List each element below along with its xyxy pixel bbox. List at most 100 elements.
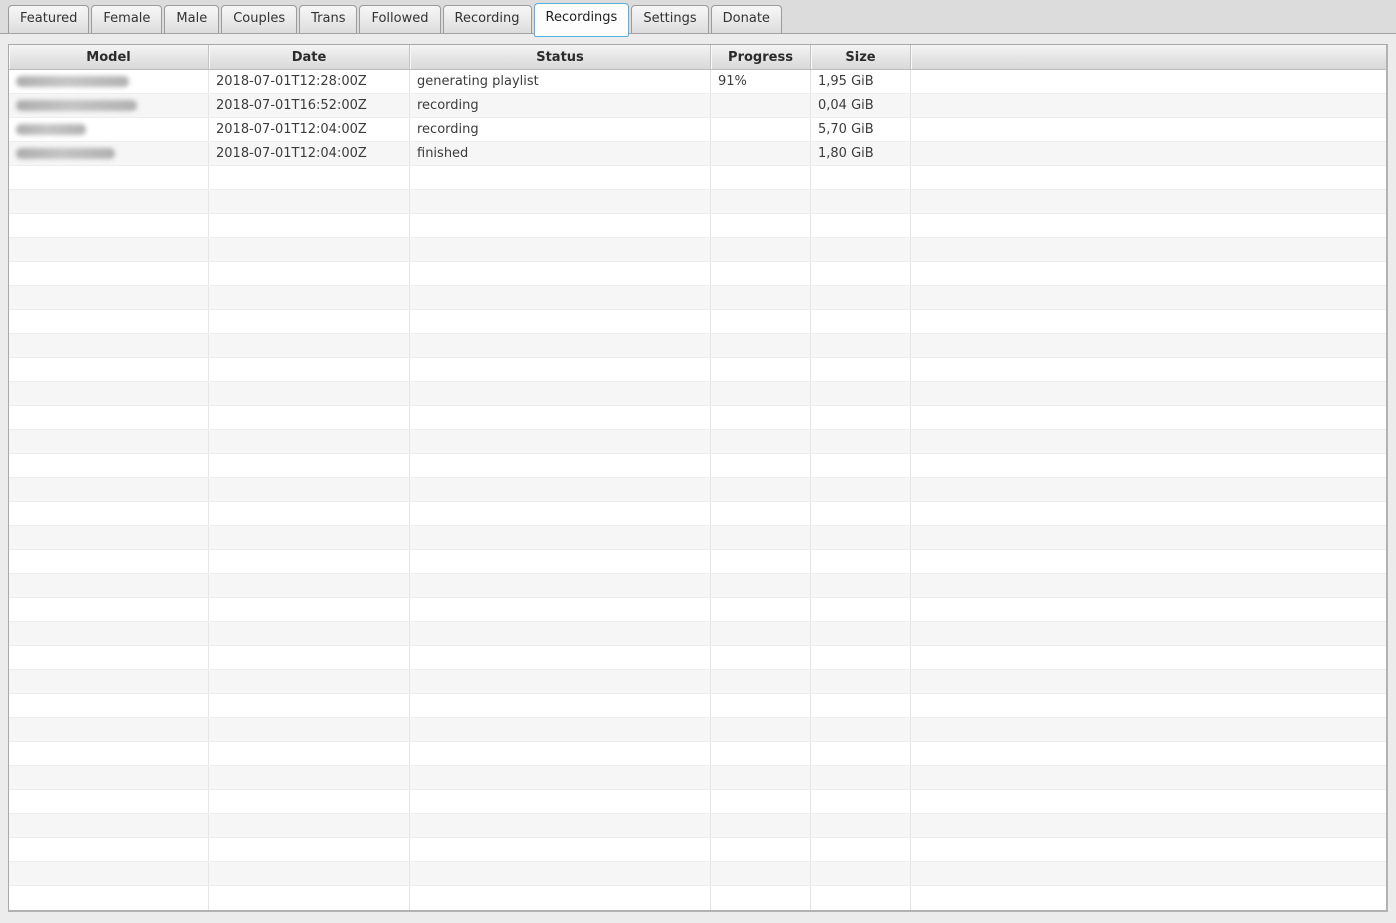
empty-row <box>9 862 1386 886</box>
redacted-model-name <box>16 148 115 159</box>
empty-cell <box>410 886 711 910</box>
tab-female[interactable]: Female <box>91 5 163 33</box>
status-cell: generating playlist <box>410 70 711 93</box>
empty-cell <box>9 718 209 741</box>
recording-row[interactable]: 2018-07-01T12:04:00Z finished 1,80 GiB <box>9 142 1386 166</box>
empty-row <box>9 670 1386 694</box>
empty-cell <box>911 598 1386 621</box>
empty-cell <box>410 430 711 453</box>
column-header-size[interactable]: Size <box>811 45 911 69</box>
empty-cell <box>711 550 811 573</box>
empty-row <box>9 382 1386 406</box>
empty-row <box>9 166 1386 190</box>
empty-cell <box>9 406 209 429</box>
filler-cell <box>911 118 1386 141</box>
empty-cell <box>811 766 911 789</box>
column-header-filler <box>911 45 1386 69</box>
empty-cell <box>711 358 811 381</box>
empty-cell <box>911 622 1386 645</box>
empty-cell <box>811 190 911 213</box>
empty-cell <box>209 166 410 189</box>
empty-cell <box>711 190 811 213</box>
empty-cell <box>811 214 911 237</box>
empty-row <box>9 598 1386 622</box>
empty-cell <box>711 574 811 597</box>
empty-cell <box>209 694 410 717</box>
empty-cell <box>811 550 911 573</box>
recording-row[interactable]: 2018-07-01T16:52:00Z recording 0,04 GiB <box>9 94 1386 118</box>
empty-cell <box>410 502 711 525</box>
empty-row <box>9 622 1386 646</box>
empty-cell <box>410 766 711 789</box>
empty-cell <box>911 886 1386 910</box>
empty-cell <box>811 502 911 525</box>
column-header-model[interactable]: Model <box>9 45 209 69</box>
empty-cell <box>711 286 811 309</box>
column-header-date[interactable]: Date <box>209 45 410 69</box>
empty-cell <box>9 622 209 645</box>
empty-cell <box>209 526 410 549</box>
empty-cell <box>9 742 209 765</box>
tab-recordings[interactable]: Recordings <box>533 3 630 37</box>
tab-couples[interactable]: Couples <box>221 5 298 33</box>
empty-cell <box>811 694 911 717</box>
empty-cell <box>811 262 911 285</box>
empty-cell <box>209 550 410 573</box>
empty-cell <box>410 406 711 429</box>
empty-cell <box>911 814 1386 837</box>
tab-trans[interactable]: Trans <box>299 5 358 33</box>
empty-row <box>9 406 1386 430</box>
empty-cell <box>711 670 811 693</box>
empty-cell <box>209 790 410 813</box>
empty-cell <box>711 526 811 549</box>
empty-cell <box>811 334 911 357</box>
empty-cell <box>9 646 209 669</box>
empty-cell <box>911 574 1386 597</box>
empty-row <box>9 310 1386 334</box>
empty-cell <box>410 718 711 741</box>
empty-cell <box>410 838 711 861</box>
progress-cell <box>711 94 811 117</box>
empty-cell <box>9 598 209 621</box>
empty-cell <box>711 862 811 885</box>
empty-cell <box>9 478 209 501</box>
redacted-model-name <box>16 100 137 111</box>
status-cell: finished <box>410 142 711 165</box>
empty-cell <box>9 382 209 405</box>
empty-cell <box>9 550 209 573</box>
column-header-status[interactable]: Status <box>410 45 711 69</box>
empty-row <box>9 838 1386 862</box>
empty-cell <box>209 334 410 357</box>
empty-cell <box>711 382 811 405</box>
recording-row[interactable]: 2018-07-01T12:04:00Z recording 5,70 GiB <box>9 118 1386 142</box>
empty-cell <box>209 310 410 333</box>
empty-row <box>9 766 1386 790</box>
empty-cell <box>711 262 811 285</box>
empty-cell <box>209 214 410 237</box>
redacted-model-name <box>16 124 86 135</box>
empty-cell <box>811 598 911 621</box>
empty-row <box>9 214 1386 238</box>
empty-row <box>9 454 1386 478</box>
empty-cell <box>410 262 711 285</box>
empty-cell <box>711 622 811 645</box>
empty-row <box>9 550 1386 574</box>
column-header-progress[interactable]: Progress <box>711 45 811 69</box>
tab-male[interactable]: Male <box>164 5 220 33</box>
empty-cell <box>711 694 811 717</box>
empty-cell <box>911 742 1386 765</box>
empty-cell <box>811 814 911 837</box>
tab-featured[interactable]: Featured <box>8 5 90 33</box>
empty-cell <box>711 766 811 789</box>
tab-settings[interactable]: Settings <box>631 5 709 33</box>
tab-followed[interactable]: Followed <box>359 5 441 33</box>
empty-cell <box>209 670 410 693</box>
empty-cell <box>711 886 811 910</box>
table-header-row: Model Date Status Progress Size <box>9 45 1386 70</box>
tab-recording[interactable]: Recording <box>442 5 532 33</box>
tab-donate[interactable]: Donate <box>710 5 782 33</box>
empty-cell <box>911 238 1386 261</box>
empty-row <box>9 430 1386 454</box>
empty-row <box>9 646 1386 670</box>
recording-row[interactable]: 2018-07-01T12:28:00Z generating playlist 9… <box>9 70 1386 94</box>
